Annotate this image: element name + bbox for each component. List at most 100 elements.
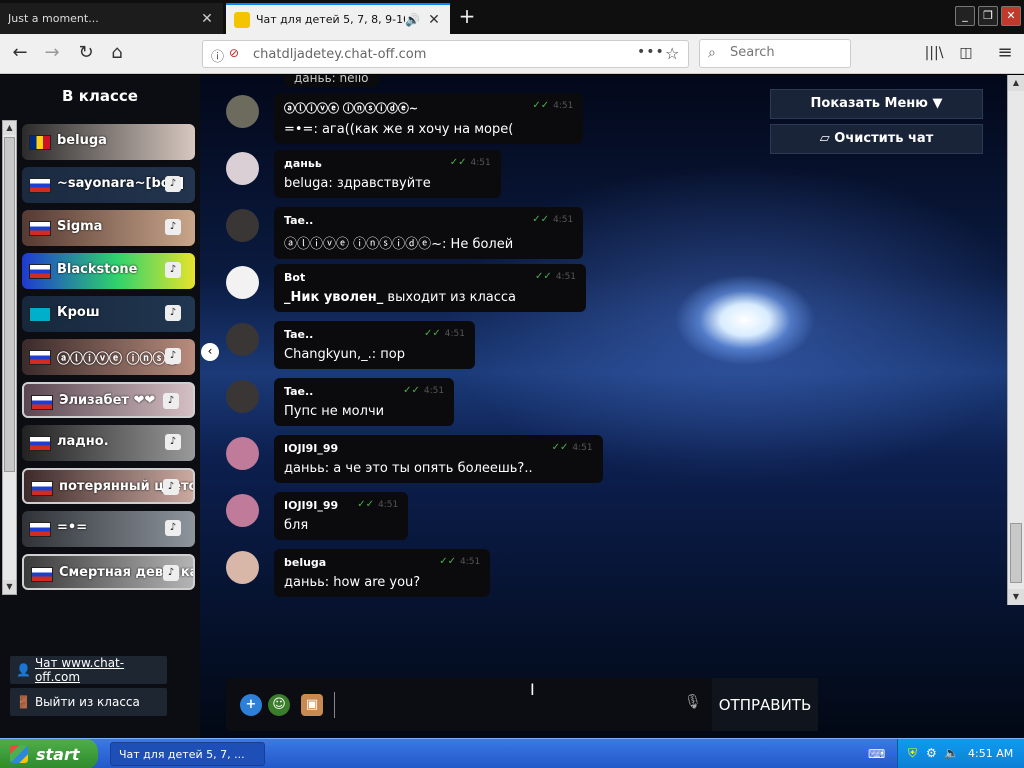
avatar[interactable] <box>226 551 259 584</box>
user-item[interactable]: ладно. ♪ <box>22 425 195 461</box>
message-author[interactable]: ⓐⓛⓘⓥⓔ ⓘⓝⓢⓘⓓⓔ~ <box>284 100 513 116</box>
avatar[interactable] <box>226 437 259 470</box>
bookmark-star-icon[interactable]: ☆ <box>665 44 679 63</box>
message-author[interactable]: beluga <box>284 556 420 569</box>
message-input[interactable] <box>334 692 674 718</box>
message-time: ✓✓ 4:51 <box>535 271 576 282</box>
security-shield-icon[interactable]: ⛨ <box>908 746 917 761</box>
avatar[interactable] <box>226 152 259 185</box>
keyboard-icon[interactable]: ⌨ <box>868 747 885 761</box>
message-bubble: Tae.. ⓐⓛⓘⓥⓔ ⓘⓝⓢⓘⓓⓔ~: Не болей ✓✓ 4:51 <box>274 207 584 259</box>
scroll-thumb[interactable] <box>4 137 15 472</box>
show-menu-button[interactable]: Показать Меню ▼ <box>770 89 983 119</box>
new-tab-button[interactable]: + <box>455 4 479 30</box>
message-author[interactable]: Tae.. <box>284 214 513 227</box>
flag-icon <box>29 350 51 365</box>
scroll-up-icon[interactable]: ▲ <box>3 121 16 135</box>
profile-card-icon[interactable]: ♪ <box>163 479 179 495</box>
scroll-down-icon[interactable]: ▼ <box>1008 589 1024 605</box>
search-icon: ⌕ <box>708 45 716 61</box>
user-item[interactable]: потерянный цветок ♪ <box>22 468 195 504</box>
message-author[interactable]: Tae.. <box>284 385 384 398</box>
page-actions-icon[interactable]: ••• <box>637 44 665 60</box>
menu-icon[interactable]: ≡ <box>993 42 1017 66</box>
site-link[interactable]: 👤 Чат www.chat-off.com <box>10 656 167 684</box>
volume-icon[interactable]: 🔈 <box>944 746 959 760</box>
send-button[interactable]: ОТПРАВИТЬ <box>712 678 818 731</box>
scroll-thumb[interactable] <box>1010 523 1022 583</box>
tab-chat[interactable]: Чат для детей 5, 7, 8, 9-10, 🔊 ✕ <box>226 3 450 34</box>
user-item[interactable]: ⓐⓛⓘⓥⓔ ⓘⓝⓢⓘ ♪ <box>22 339 195 375</box>
window-close-button[interactable]: ✕ <box>1001 6 1021 26</box>
speaker-icon[interactable]: 🔊 <box>405 13 420 27</box>
search-box[interactable]: ⌕ <box>699 39 851 68</box>
sidebar-scrollbar[interactable]: ▲ ▼ <box>2 120 17 595</box>
user-item[interactable]: Sigma ♪ <box>22 210 195 246</box>
user-item[interactable]: =•= ♪ <box>22 511 195 547</box>
insecure-lock-icon[interactable]: ⊘ <box>229 46 239 60</box>
avatar[interactable] <box>226 209 259 242</box>
sidebar-toggle-icon[interactable]: ◫ <box>954 42 978 66</box>
page-scrollbar[interactable]: ▲ ▼ <box>1007 75 1024 605</box>
taskbar-window-button[interactable]: Чат для детей 5, 7, ... <box>110 742 265 766</box>
minimize-button[interactable]: _ <box>955 6 975 26</box>
address-bar[interactable]: ⓘ ⊘ chatdljadetey.chat-off.com ••• ☆ <box>202 40 689 68</box>
library-icon[interactable]: |||\ <box>922 42 946 66</box>
user-item[interactable]: Blackstone ♪ <box>22 253 195 289</box>
reload-button[interactable]: ↻ <box>74 42 98 66</box>
profile-card-icon[interactable]: ♪ <box>165 219 181 235</box>
info-icon[interactable]: ⓘ <box>211 46 224 65</box>
profile-card-icon[interactable]: ♪ <box>165 176 181 192</box>
scroll-up-icon[interactable]: ▲ <box>1008 75 1024 91</box>
back-button[interactable]: ← <box>8 42 32 66</box>
message-author[interactable]: даньь <box>284 157 431 170</box>
read-check-icon: ✓✓ <box>403 385 420 396</box>
profile-card-icon[interactable]: ♪ <box>165 305 181 321</box>
restore-button[interactable]: ❐ <box>978 6 998 26</box>
message-time: ✓✓ 4:51 <box>532 100 573 111</box>
user-item[interactable]: Крош ♪ <box>22 296 195 332</box>
avatar[interactable] <box>226 95 259 128</box>
url-text[interactable]: chatdljadetey.chat-off.com <box>253 47 426 62</box>
forward-button[interactable]: → <box>40 42 64 66</box>
microphone-icon[interactable]: 🎙 <box>684 694 702 710</box>
exit-class-button[interactable]: 🚪 Выйти из класса <box>10 688 167 716</box>
network-icon[interactable]: ⚙ <box>926 746 937 760</box>
user-item[interactable]: ~sayonara~[boy] ♪ <box>22 167 195 203</box>
clear-chat-button[interactable]: ▱ Очистить чат <box>770 124 983 154</box>
user-name: ⓐⓛⓘⓥⓔ ⓘⓝⓢⓘ <box>57 352 179 367</box>
read-check-icon: ✓✓ <box>424 328 441 339</box>
message-author[interactable]: Bot <box>284 271 516 284</box>
profile-card-icon[interactable]: ♪ <box>165 262 181 278</box>
search-input[interactable] <box>730 45 842 60</box>
scroll-down-icon[interactable]: ▼ <box>3 580 16 594</box>
clear-chat-label: Очистить чат <box>834 131 934 146</box>
close-icon[interactable]: ✕ <box>426 12 442 28</box>
tab-just-a-moment[interactable]: Just a moment... ✕ <box>0 3 223 34</box>
gift-icon[interactable]: ▣ <box>301 694 323 716</box>
message-text: beluga: здравствуйте <box>284 176 431 191</box>
site-link-label[interactable]: Чат www.chat-off.com <box>35 656 167 684</box>
user-item[interactable]: Элизабет ❤❤ ♪ <box>22 382 195 418</box>
start-button[interactable]: start <box>0 739 98 768</box>
profile-card-icon[interactable]: ♪ <box>165 434 181 450</box>
collapse-sidebar-button[interactable]: ‹ <box>201 343 219 361</box>
profile-card-icon[interactable]: ♪ <box>163 393 179 409</box>
add-attachment-icon[interactable]: + <box>240 694 262 716</box>
message-author[interactable]: IOJI9I_99 <box>284 442 533 455</box>
avatar[interactable] <box>226 266 259 299</box>
profile-card-icon[interactable]: ♪ <box>163 565 179 581</box>
message-author[interactable]: IOJI9I_99 <box>284 499 338 512</box>
smiley-icon[interactable]: ☺ <box>268 694 290 716</box>
home-button[interactable]: ⌂ <box>105 42 129 66</box>
profile-card-icon[interactable]: ♪ <box>165 520 181 536</box>
user-item[interactable]: Смертная девочка ♪ <box>22 554 195 590</box>
avatar[interactable] <box>226 323 259 356</box>
avatar[interactable] <box>226 494 259 527</box>
close-icon[interactable]: ✕ <box>199 11 215 27</box>
avatar[interactable] <box>226 380 259 413</box>
message-author[interactable]: Tae.. <box>284 328 405 341</box>
sidebar-title: В классе <box>62 87 138 105</box>
profile-card-icon[interactable]: ♪ <box>165 348 181 364</box>
user-item[interactable]: beluga <box>22 124 195 160</box>
